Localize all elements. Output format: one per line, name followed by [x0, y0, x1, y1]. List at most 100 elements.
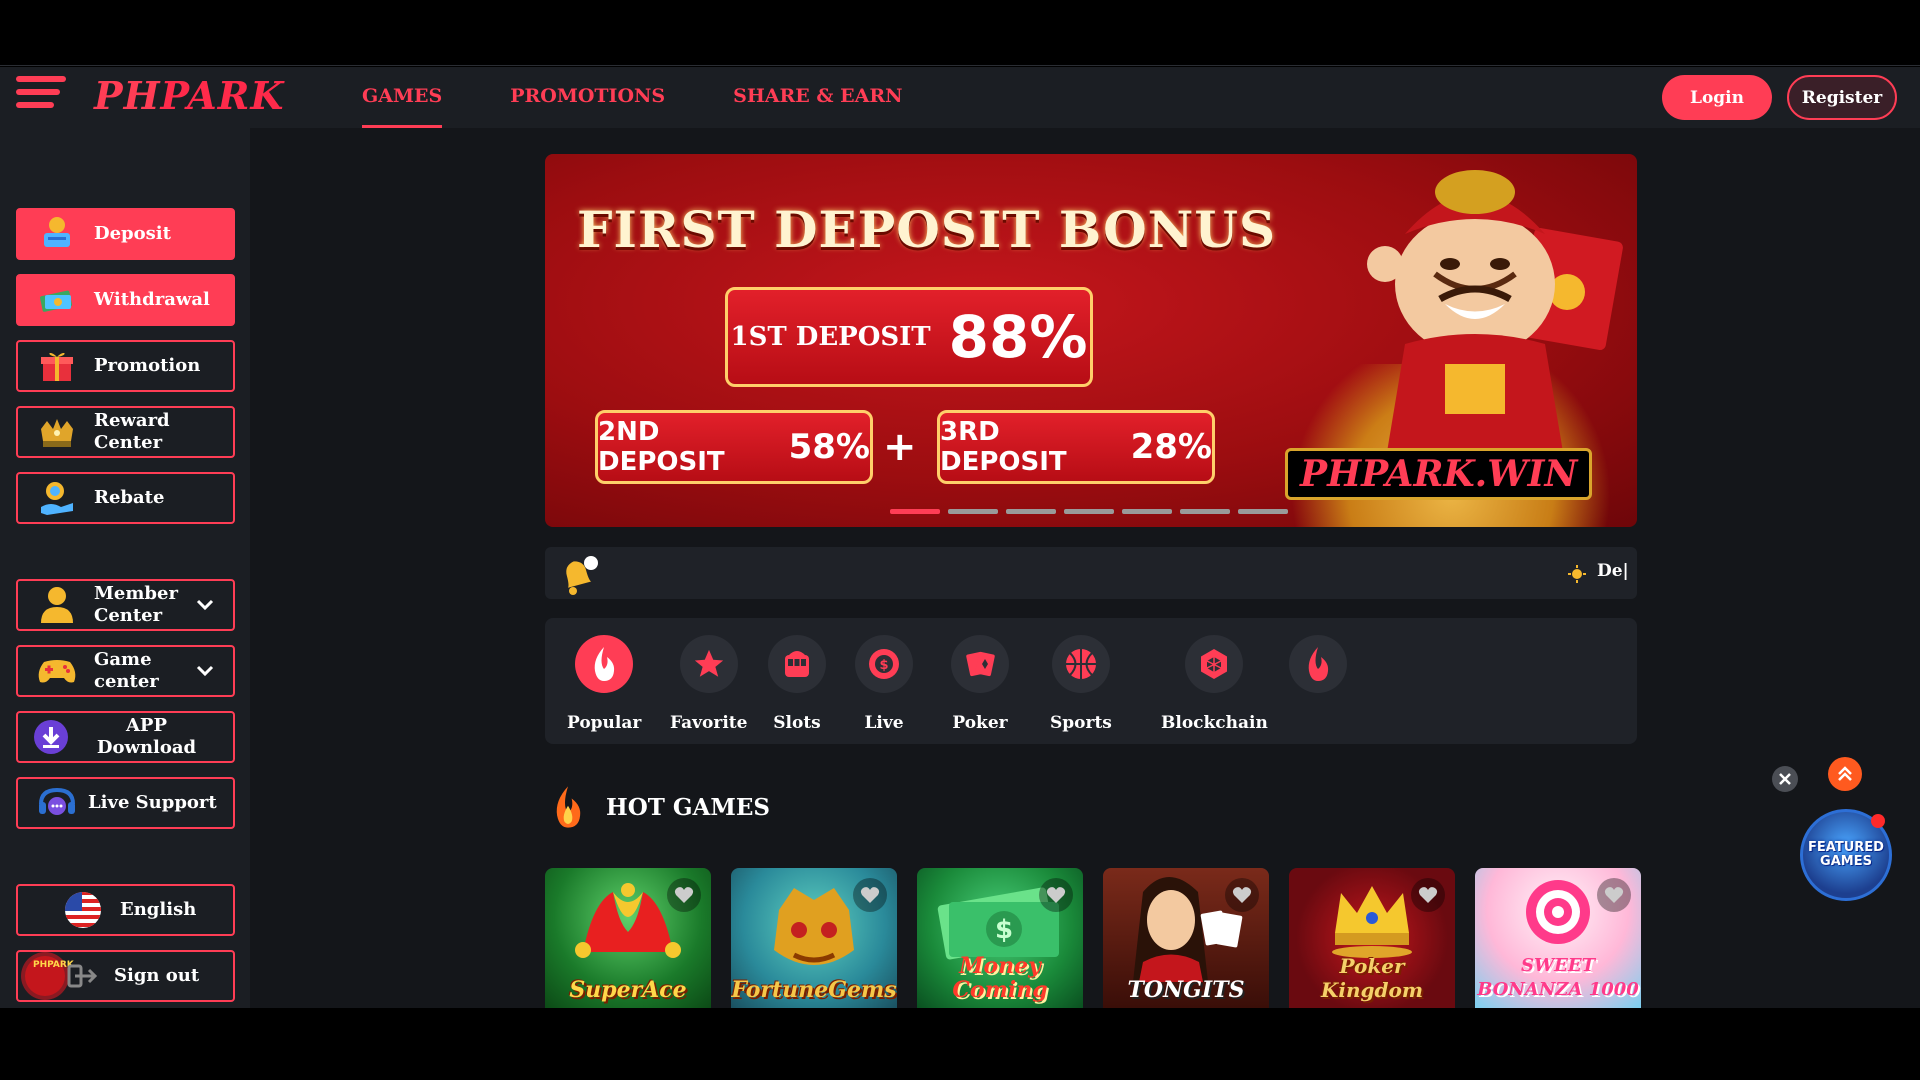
sidebar-item-reward-center[interactable]: Reward Center	[16, 406, 235, 458]
sidebar-item-game-center[interactable]: Game center	[16, 645, 235, 697]
scroll-top-button[interactable]	[1828, 757, 1862, 791]
announcement-text: De|	[1597, 561, 1629, 581]
double-chevron-up-icon	[1838, 766, 1852, 781]
fortune-god-illustration	[1367, 170, 1623, 464]
close-featured-button[interactable]	[1772, 766, 1798, 792]
favorite-heart-icon[interactable]	[853, 878, 887, 912]
game-name: FortuneGems	[731, 977, 897, 1003]
logo-park: PARK	[160, 73, 285, 118]
second-deposit-percent: 58%	[788, 427, 870, 467]
logo-ph: PH	[94, 73, 161, 118]
game-card-poker-kingdom[interactable]: Poker Kingdom	[1289, 868, 1455, 1008]
fire-icon	[575, 635, 634, 693]
promo-banner[interactable]: FIRST DEPOSIT BONUS 1ST DEPOSIT 88% 2ND …	[545, 154, 1637, 527]
favorite-heart-icon[interactable]	[1225, 878, 1259, 912]
sidebar-item-live-support[interactable]: Live Support	[16, 777, 235, 829]
nav-games[interactable]: GAMES	[362, 67, 443, 128]
sidebar-item-deposit[interactable]: Deposit	[16, 208, 235, 260]
second-deposit-box: 2ND DEPOSIT 58%	[595, 410, 873, 484]
game-card-superace[interactable]: SuperAce	[545, 868, 711, 1008]
banner-title: FIRST DEPOSIT BONUS	[577, 200, 1277, 259]
first-deposit-label: 1ST DEPOSIT	[730, 322, 931, 352]
tab-live[interactable]: $ Live	[855, 635, 913, 733]
star-icon	[679, 635, 738, 693]
slot-machine-icon	[768, 635, 826, 693]
carousel-indicators	[890, 509, 1288, 514]
hot-games-header: HOT GAMES	[548, 784, 770, 830]
download-icon	[30, 718, 72, 756]
tab-label: Poker	[952, 713, 1008, 733]
tab-popular[interactable]: Popular	[567, 635, 641, 733]
carousel-dot[interactable]	[1064, 509, 1114, 514]
hamburger-menu-icon[interactable]	[16, 76, 66, 116]
top-black-strip	[0, 0, 1920, 66]
sidebar-item-promotion[interactable]: Promotion	[16, 340, 235, 392]
first-deposit-percent: 88%	[948, 303, 1088, 371]
support-icon	[36, 784, 78, 822]
third-deposit-label: 3RD DEPOSIT	[940, 417, 1067, 477]
deposit-icon	[36, 215, 78, 253]
featured-games-label: FEATURED GAMES	[1808, 841, 1884, 869]
sidebar-item-label: Reward Center	[94, 410, 170, 453]
tab-poker[interactable]: Poker	[951, 635, 1009, 733]
nav-promotions[interactable]: PROMOTIONS	[510, 67, 665, 128]
close-icon	[1779, 773, 1791, 785]
logo[interactable]: PHPARK	[94, 73, 284, 118]
game-card-tongits[interactable]: TONGITS	[1103, 868, 1269, 1008]
carousel-dot[interactable]	[1006, 509, 1056, 514]
app-root: PHPARK GAMES PROMOTIONS SHARE & EARN Log…	[0, 67, 1920, 1008]
first-deposit-box: 1ST DEPOSIT 88%	[725, 287, 1093, 387]
featured-games-button[interactable]: FEATURED GAMES	[1800, 809, 1892, 901]
sidebar-item-member-center[interactable]: Member Center	[16, 579, 235, 631]
third-deposit-percent: 28%	[1130, 427, 1212, 467]
gift-icon	[36, 347, 78, 385]
featured-line1: FEATURED	[1808, 840, 1884, 855]
sidebar-item-sign-out[interactable]: PHPARK Sign out	[16, 950, 235, 1002]
crown-icon	[1332, 886, 1412, 958]
sidebar: Deposit Withdrawal Promotion Reward Cent…	[0, 128, 250, 1008]
tab-sports[interactable]: Sports	[1050, 635, 1112, 733]
game-card-fortune-gems[interactable]: FortuneGems	[731, 868, 897, 1008]
member-icon	[36, 586, 78, 624]
sidebar-item-label: Withdrawal	[94, 289, 210, 310]
tab-more[interactable]	[1289, 635, 1347, 693]
login-button[interactable]: Login	[1662, 75, 1772, 120]
game-card-money-coming[interactable]: $ Money Coming	[917, 868, 1083, 1008]
notification-dot	[1871, 814, 1885, 828]
game-name: SuperAce	[569, 977, 687, 1003]
carousel-dot[interactable]	[948, 509, 998, 514]
sidebar-item-language[interactable]: English	[16, 884, 235, 936]
bottom-black-strip	[0, 1008, 1920, 1080]
game-name: SWEET BONANZA 1000	[1477, 955, 1639, 1000]
svg-text:$: $	[880, 658, 889, 673]
carousel-dot[interactable]	[1180, 509, 1230, 514]
favorite-heart-icon[interactable]	[1411, 878, 1445, 912]
sidebar-item-withdrawal[interactable]: Withdrawal	[16, 274, 235, 326]
favorite-heart-icon[interactable]	[1597, 878, 1631, 912]
game-card-sweet-bonanza[interactable]: SWEET BONANZA 1000	[1475, 868, 1641, 1008]
main-nav: GAMES PROMOTIONS SHARE & EARN	[362, 67, 971, 128]
sign-out-icon: PHPARK	[18, 952, 98, 1000]
hot-games-title: HOT GAMES	[606, 793, 770, 821]
lollipop-icon	[1526, 880, 1590, 944]
tab-favorite[interactable]: Favorite	[670, 635, 747, 733]
carousel-dot[interactable]	[1122, 509, 1172, 514]
nav-share-earn[interactable]: SHARE & EARN	[733, 67, 902, 128]
tab-label: Blockchain	[1161, 713, 1268, 733]
tab-label: Sports	[1050, 713, 1112, 733]
favorite-heart-icon[interactable]	[667, 878, 701, 912]
register-button[interactable]: Register	[1787, 75, 1897, 120]
carousel-dot[interactable]	[890, 509, 940, 514]
favorite-heart-icon[interactable]	[1039, 878, 1073, 912]
tab-blockchain[interactable]: Blockchain	[1161, 635, 1268, 733]
banner-site-name: PHPARK.WIN	[1285, 448, 1593, 500]
carousel-dot[interactable]	[1238, 509, 1288, 514]
tab-slots[interactable]: Slots	[768, 635, 826, 733]
sidebar-item-rebate[interactable]: Rebate	[16, 472, 235, 524]
tab-label: Popular	[567, 713, 642, 733]
sidebar-item-label: APP Download	[96, 715, 197, 758]
sidebar-item-label: Live Support	[88, 792, 217, 813]
withdrawal-icon	[36, 281, 78, 319]
sidebar-item-app-download[interactable]: APP Download	[16, 711, 235, 763]
tab-label: Live	[864, 713, 904, 733]
